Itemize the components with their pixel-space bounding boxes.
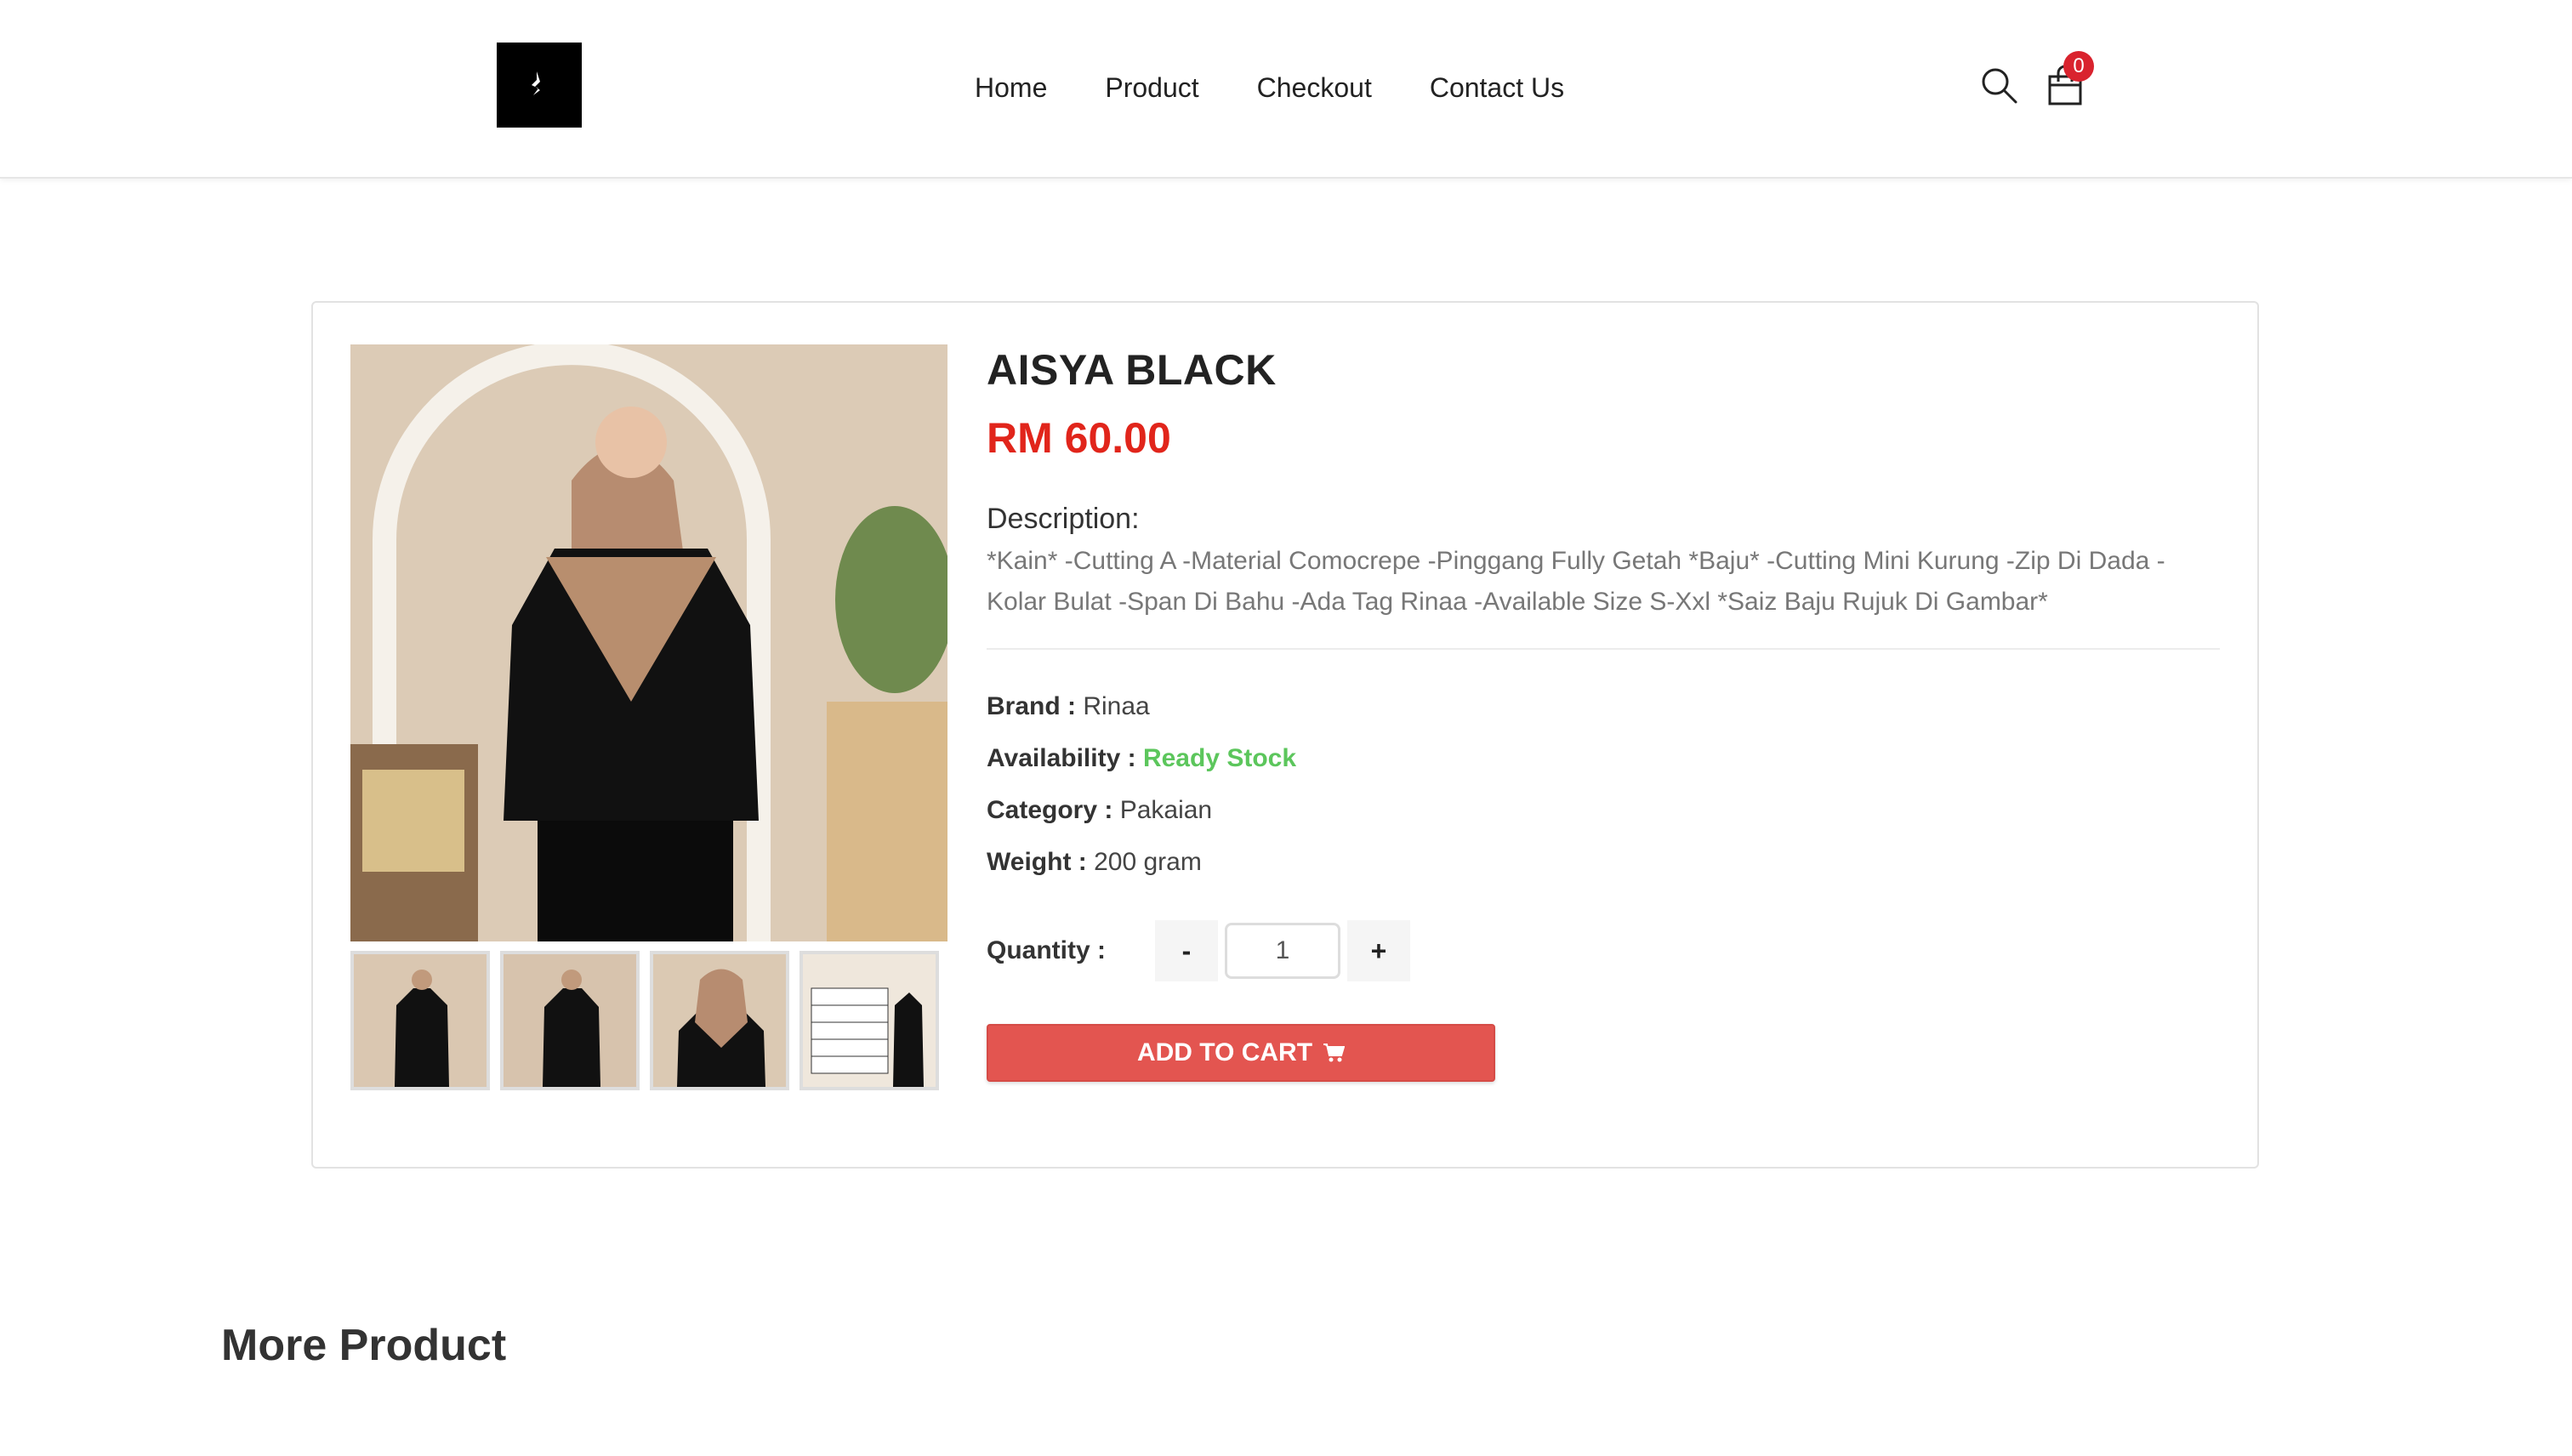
thumbnail-1[interactable] <box>350 951 490 1090</box>
category-label: Category : <box>987 796 1113 824</box>
brand-label: Brand : <box>987 692 1076 720</box>
thumbnail-3[interactable] <box>650 951 789 1090</box>
search-icon[interactable] <box>1978 65 2019 105</box>
product-main-image[interactable] <box>350 344 947 941</box>
thumbnail-4-size-chart[interactable] <box>799 951 939 1090</box>
brand-row: Brand : Rinaa <box>987 680 2220 732</box>
product-photo <box>350 344 947 941</box>
quantity-input[interactable] <box>1225 923 1340 979</box>
availability-value: Ready Stock <box>1142 744 1297 772</box>
product-price: RM 60.00 <box>987 414 1171 462</box>
category-value: Pakaian <box>1119 796 1213 824</box>
cart-count-badge: 0 <box>2063 51 2094 82</box>
category-row: Category : Pakaian <box>987 784 2220 836</box>
site-header: Home Product Checkout Contact Us 0 <box>0 0 2572 179</box>
quantity-label: Quantity : <box>987 936 1106 964</box>
nav-checkout[interactable]: Checkout <box>1257 66 1372 109</box>
brand-value: Rinaa <box>1083 692 1150 720</box>
weight-row: Weight : 200 gram <box>987 836 2220 888</box>
thumbnail-strip <box>350 951 939 1090</box>
nav-home[interactable]: Home <box>975 66 1047 109</box>
divider <box>987 648 2220 650</box>
quantity-increase-button[interactable]: + <box>1347 920 1410 981</box>
product-info: AISYA BLACK RM 60.00 Description: *Kain*… <box>987 340 2220 888</box>
nav-product[interactable]: Product <box>1105 66 1198 109</box>
availability-label: Availability : <box>987 744 1136 772</box>
description-text: *Kain* -Cutting A -Material Comocrepe -P… <box>987 547 2165 616</box>
description-label: Description: <box>987 503 1140 535</box>
logo[interactable] <box>497 43 582 128</box>
logo-icon <box>532 71 540 95</box>
weight-label: Weight : <box>987 848 1087 876</box>
shopping-cart-icon <box>1323 1044 1346 1062</box>
quantity-row: Quantity : - + <box>987 920 1410 981</box>
weight-value: 200 gram <box>1094 848 1202 876</box>
thumbnail-2[interactable] <box>500 951 640 1090</box>
main-nav: Home Product Checkout Contact Us <box>975 66 1564 109</box>
nav-contact-us[interactable]: Contact Us <box>1430 66 1564 109</box>
availability-row: Availability : Ready Stock <box>987 732 2220 784</box>
product-meta: Brand : Rinaa Availability : Ready Stock… <box>987 680 2220 888</box>
add-to-cart-label: ADD TO CART <box>1136 1038 1313 1066</box>
quantity-decrease-button[interactable]: - <box>1155 920 1218 981</box>
more-product-heading: More Product <box>221 1321 507 1370</box>
add-to-cart-button[interactable]: ADD TO CART <box>987 1024 1495 1082</box>
product-title: AISYA BLACK <box>987 346 1277 394</box>
